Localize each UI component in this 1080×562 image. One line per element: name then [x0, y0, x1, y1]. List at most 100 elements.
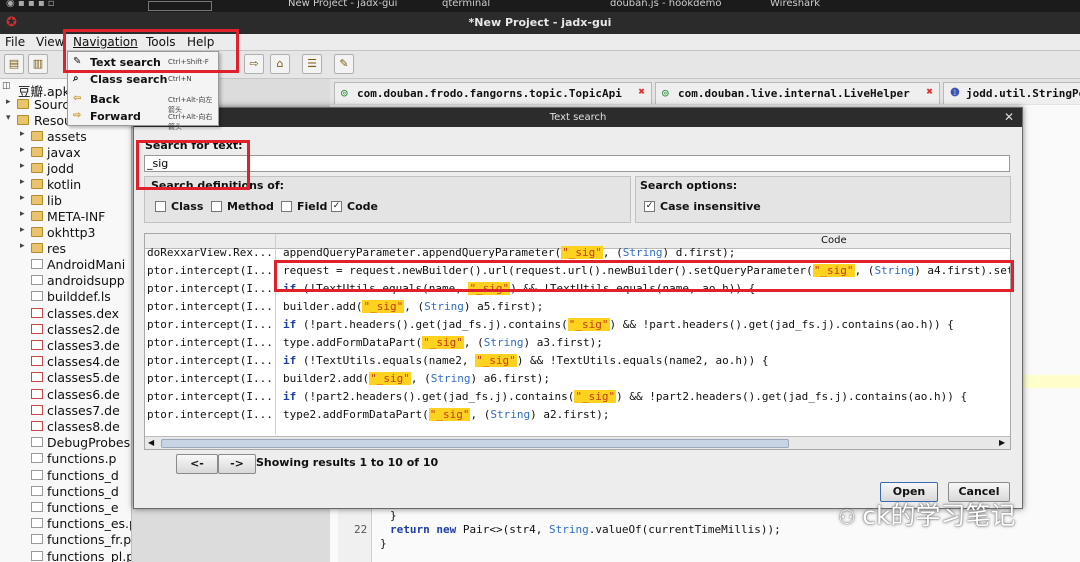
- tree-label: META-INF: [47, 209, 106, 224]
- shortcut-label: Ctrl+N: [168, 75, 192, 83]
- result-code: builder.add("_sig", (String) a5.first);: [283, 300, 544, 313]
- folder-icon: [17, 115, 29, 125]
- prev-page-button[interactable]: <-: [176, 454, 218, 474]
- taskbar-item[interactable]: qterminal: [442, 0, 490, 9]
- tab-label: jodd.util.StringPo: [966, 87, 1080, 100]
- scroll-left-icon[interactable]: ◀: [148, 438, 154, 447]
- line-number: 22: [354, 523, 368, 536]
- result-location: ptor.intercept(I...: [147, 336, 273, 349]
- window-thumbnail[interactable]: [148, 1, 212, 11]
- taskbar-item[interactable]: douban.js - hookdemo: [610, 0, 721, 9]
- file-icon: [31, 291, 43, 302]
- table-row[interactable]: ptor.intercept(I... builder2.add("_sig", …: [145, 370, 1010, 388]
- menu-file[interactable]: File: [5, 35, 25, 49]
- collapse-icon: ▸: [6, 97, 11, 107]
- result-code: type.addFormDataPart("_sig", (String) a3…: [283, 336, 603, 349]
- result-location: ptor.intercept(I...: [147, 300, 273, 313]
- code-brace: }: [390, 509, 397, 522]
- tree-label: okhttp3: [47, 225, 96, 240]
- menu-item-back[interactable]: ⇦ Back Ctrl+Alt-向左箭头: [68, 91, 218, 114]
- scrollbar-thumb[interactable]: [161, 439, 789, 448]
- folder-icon: [31, 131, 43, 141]
- back-arrow-icon: ⇦: [73, 93, 82, 104]
- file-icon: [31, 550, 43, 561]
- result-code: if (!part2.headers().get(jad_fs.j).conta…: [283, 390, 968, 403]
- file-icon: [31, 437, 43, 448]
- scroll-right-icon[interactable]: ▶: [999, 438, 1005, 447]
- menu-item-label: Back: [90, 93, 120, 106]
- table-row[interactable]: ptor.intercept(I... type2.addFormDataPart…: [145, 406, 1010, 424]
- tree-label: AndroidMani: [47, 257, 126, 272]
- file-icon: [31, 518, 43, 529]
- file-icon: [31, 372, 43, 383]
- window-title: *New Project - jadx-gui: [468, 16, 612, 29]
- current-line-highlight: [1022, 375, 1080, 388]
- folder-icon: [31, 163, 43, 173]
- forward-arrow-icon[interactable]: ⇨: [244, 54, 264, 74]
- tree-label: androidsupp: [47, 273, 125, 289]
- checkbox-method[interactable]: [211, 201, 222, 212]
- project-tree: ◫ 豆瓣.apk ▸ Source ▾ Resou ▸ assets ▸ javax ▸ jod…: [0, 79, 132, 562]
- sync-icon[interactable]: ⌂: [270, 54, 290, 74]
- taskbar-item[interactable]: New Project - jadx-gui: [288, 0, 397, 9]
- file-icon: [31, 453, 43, 464]
- expand-icon: ▸: [20, 225, 25, 235]
- log-icon[interactable]: ☰: [302, 54, 322, 74]
- watermark: ⚇ ck的学习笔记: [838, 496, 1016, 532]
- checkbox-case-insensitive[interactable]: ✓: [644, 201, 655, 212]
- watermark-text: ck的学习笔记: [862, 501, 1016, 530]
- taskbar-item[interactable]: Wireshark: [770, 0, 820, 9]
- tab-livehelper[interactable]: ◎ com.douban.live.internal.LiveHelper ✖: [655, 82, 940, 104]
- tree-label: functions_pl.properties: [47, 548, 131, 562]
- result-code: type2.addFormDataPart("_sig", (String) a…: [283, 408, 610, 421]
- tree-label: assets: [47, 129, 87, 144]
- options-group: Search options: ✓ Case insensitive: [635, 176, 1011, 223]
- menu-item-label: Class search: [90, 73, 168, 86]
- menu-item-forward[interactable]: ⇨ Forward Ctrl+Alt-向右箭头: [68, 108, 218, 131]
- add-file-icon[interactable]: ▥: [28, 54, 48, 74]
- file-icon: [31, 340, 43, 350]
- expand-icon: ▸: [20, 161, 25, 171]
- menu-item-class-search[interactable]: ⌕ Class search Ctrl+N: [68, 71, 218, 88]
- editor-tabs: ◎ com.douban.frodo.fangorns.topic.TopicAp…: [330, 79, 1080, 105]
- annotation-box-result: [274, 260, 1014, 292]
- checkbox-label: Field: [297, 200, 328, 213]
- checkbox-code[interactable]: ✓: [331, 201, 342, 212]
- next-page-button[interactable]: ->: [218, 454, 256, 474]
- file-icon: [31, 534, 43, 545]
- open-file-icon[interactable]: ▤: [4, 54, 24, 74]
- checkbox-label: Code: [347, 200, 378, 213]
- file-icon: [31, 421, 43, 431]
- text-search-dialog: Text search ✕ Search for text: Search de…: [133, 107, 1023, 509]
- folder-icon: [31, 195, 43, 205]
- table-row[interactable]: ptor.intercept(I... if (!part2.headers().…: [145, 388, 1010, 406]
- table-row[interactable]: ptor.intercept(I... if (!part.headers().g…: [145, 316, 1010, 334]
- tree-label: functions_d: [47, 467, 119, 483]
- result-location: ptor.intercept(I...: [147, 372, 273, 385]
- os-taskbar: ◉ ▪ ▪ ▪ ▫ New Project - jadx-gui qtermin…: [0, 0, 1080, 12]
- checkbox-field[interactable]: [281, 201, 292, 212]
- result-location: doRexxarView.Rex...: [147, 246, 273, 259]
- settings-wrench-icon[interactable]: ✎: [334, 54, 354, 74]
- table-row[interactable]: ptor.intercept(I... if (!TextUtils.equals…: [145, 352, 1010, 370]
- tree-label: classes2.de: [47, 321, 120, 337]
- tree-label: classes7.de: [47, 402, 120, 418]
- file-icon: [31, 259, 43, 269]
- horizontal-scrollbar[interactable]: ◀ ▶: [145, 436, 1010, 449]
- search-input[interactable]: [144, 155, 1010, 172]
- expand-icon: ▸: [20, 177, 25, 187]
- tree-label: jodd: [47, 161, 74, 176]
- table-row[interactable]: ptor.intercept(I... builder.add("_sig", (…: [145, 298, 1010, 316]
- tree-label: classes3.de: [47, 338, 120, 353]
- table-row[interactable]: ptor.intercept(I... type.addFormDataPart(…: [145, 334, 1010, 352]
- checkbox-class[interactable]: [155, 201, 166, 212]
- tree-label: javax: [47, 145, 81, 160]
- close-icon[interactable]: ✕: [1004, 108, 1014, 127]
- menu-view[interactable]: View: [36, 35, 64, 49]
- tab-stringpool[interactable]: ❶ jodd.util.StringPo: [943, 82, 1080, 104]
- close-icon[interactable]: ✖: [926, 85, 933, 98]
- result-code: builder2.add("_sig", (String) a6.first);: [283, 372, 550, 385]
- close-icon[interactable]: ✖: [638, 85, 645, 98]
- tab-topicapi[interactable]: ◎ com.douban.frodo.fangorns.topic.TopicAp…: [334, 82, 652, 104]
- tree-label: builddef.ls: [47, 289, 111, 305]
